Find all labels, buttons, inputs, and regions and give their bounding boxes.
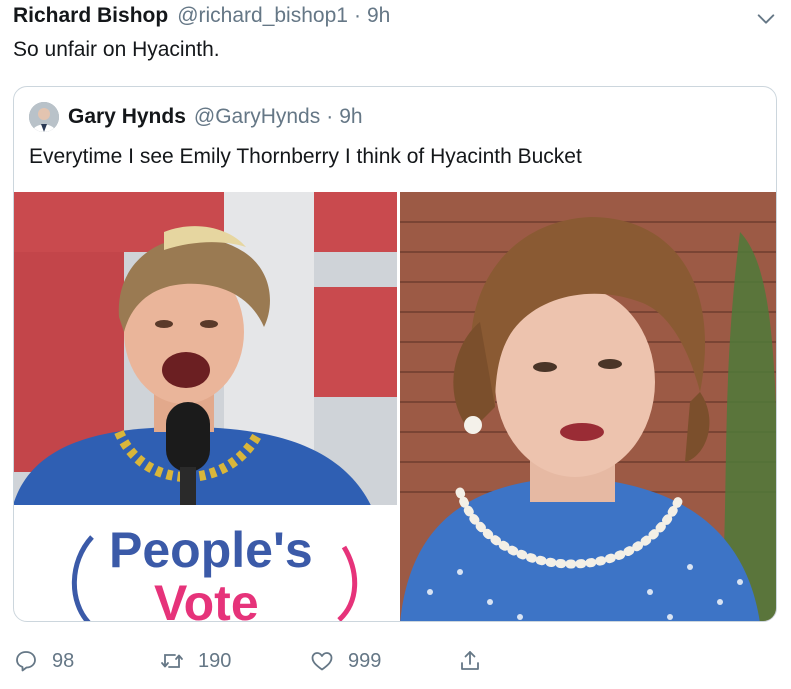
retweet-icon bbox=[161, 654, 183, 668]
quoted-tweet[interactable]: Gary Hynds @GaryHynds · 9h Everytime I s… bbox=[13, 86, 777, 622]
share-icon bbox=[461, 651, 479, 670]
photo-right[interactable] bbox=[397, 192, 776, 621]
reply-icon bbox=[16, 651, 36, 672]
quoted-timestamp[interactable]: 9h bbox=[339, 105, 362, 129]
chevron-down-icon[interactable] bbox=[755, 8, 777, 30]
separator-dot: · bbox=[326, 105, 334, 128]
quoted-tweet-text: Everytime I see Emily Thornberry I think… bbox=[29, 145, 582, 168]
retweet-count: 190 bbox=[198, 649, 232, 672]
sign-text-line1: People's bbox=[109, 522, 313, 578]
tweet-actions: 98 190 999 bbox=[14, 645, 774, 677]
timestamp[interactable]: 9h bbox=[367, 4, 390, 28]
tweet-header: Richard Bishop @richard_bishop1 · 9h bbox=[13, 4, 390, 32]
separator-dot: · bbox=[353, 4, 361, 27]
sign-text-line2: Vote bbox=[154, 575, 259, 622]
heart-icon bbox=[311, 652, 333, 671]
author-name[interactable]: Richard Bishop bbox=[13, 4, 168, 28]
share-button[interactable] bbox=[458, 645, 496, 677]
author-handle[interactable]: @richard_bishop1 bbox=[177, 4, 348, 28]
media-grid: People's Vote bbox=[14, 192, 776, 622]
quoted-tweet-header: Gary Hynds @GaryHynds · 9h bbox=[29, 100, 363, 134]
avatar[interactable] bbox=[29, 102, 59, 132]
reply-button[interactable]: 98 bbox=[14, 645, 74, 677]
like-button[interactable]: 999 bbox=[310, 645, 381, 677]
reply-count: 98 bbox=[52, 649, 75, 672]
photo-left[interactable]: People's Vote bbox=[14, 192, 397, 622]
quoted-author-handle[interactable]: @GaryHynds bbox=[194, 105, 320, 129]
tweet-text: So unfair on Hyacinth. bbox=[13, 38, 220, 61]
quoted-author-name[interactable]: Gary Hynds bbox=[68, 105, 186, 129]
retweet-button[interactable]: 190 bbox=[160, 645, 231, 677]
like-count: 999 bbox=[348, 649, 382, 672]
